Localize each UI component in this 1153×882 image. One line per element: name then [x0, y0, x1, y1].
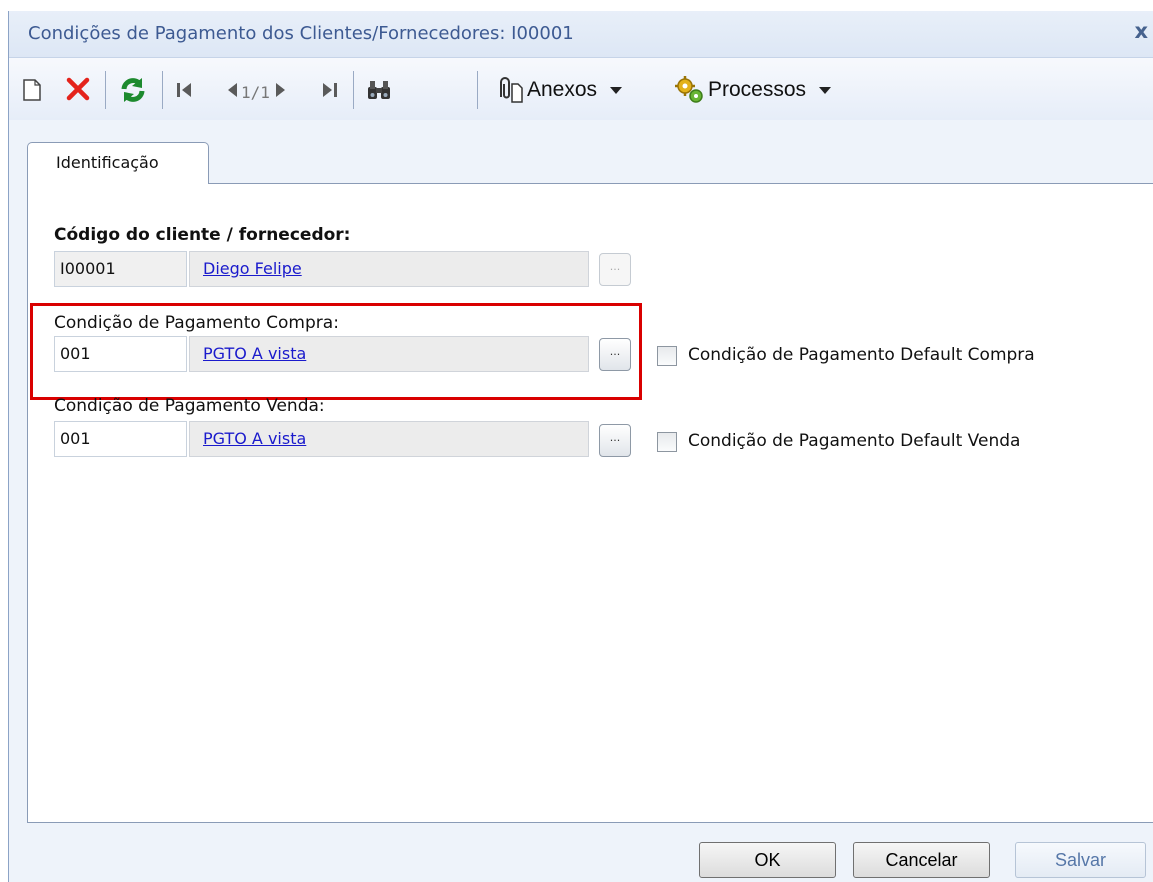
- cancel-button[interactable]: Cancelar: [853, 842, 990, 878]
- compra-description-field: PGTO A vista: [189, 336, 589, 372]
- anexos-menu-button[interactable]: Anexos: [495, 70, 623, 110]
- ok-button[interactable]: OK: [699, 842, 836, 878]
- dialog-window: Condições de Pagamento dos Clientes/Forn…: [8, 11, 1153, 882]
- processos-menu-button[interactable]: Processos: [672, 70, 832, 110]
- paperclip-icon: [495, 75, 527, 105]
- tab-identificacao[interactable]: Identificação: [27, 142, 209, 184]
- tab-identificacao-label: Identificação: [56, 153, 159, 172]
- gear-process-icon: [672, 73, 708, 107]
- record-pager: 1/1: [241, 83, 270, 102]
- processos-label: Processos: [708, 78, 807, 101]
- previous-record-icon[interactable]: [223, 80, 241, 100]
- search-binoculars-icon[interactable]: [365, 77, 393, 103]
- compra-label: Condição de Pagamento Compra:: [54, 313, 339, 333]
- last-record-icon[interactable]: [319, 80, 341, 100]
- compra-default-checkbox[interactable]: [657, 346, 677, 366]
- new-document-icon[interactable]: [21, 76, 43, 104]
- cliente-lookup-button[interactable]: ...: [599, 253, 631, 286]
- cliente-label: Código do cliente / fornecedor:: [54, 225, 351, 245]
- cliente-description-field: Diego Felipe: [189, 251, 589, 287]
- venda-description-link[interactable]: PGTO A vista: [203, 429, 306, 448]
- compra-code-field[interactable]: 001: [54, 336, 187, 372]
- cliente-code-field[interactable]: I00001: [54, 251, 187, 287]
- processos-dropdown-icon: [819, 86, 832, 94]
- toolbar: 1/1 Anexos Processos: [9, 58, 1153, 120]
- close-button[interactable]: x: [1134, 19, 1148, 43]
- venda-default-label: Condição de Pagamento Default Venda: [688, 431, 1021, 451]
- venda-label: Condição de Pagamento Venda:: [54, 396, 325, 416]
- cliente-name-link[interactable]: Diego Felipe: [203, 259, 302, 278]
- anexos-label: Anexos: [527, 78, 598, 101]
- window-title: Condições de Pagamento dos Clientes/Forn…: [28, 23, 574, 44]
- venda-default-checkbox[interactable]: [657, 432, 677, 452]
- title-bar: Condições de Pagamento dos Clientes/Forn…: [9, 11, 1153, 58]
- venda-code-field[interactable]: 001: [54, 421, 187, 457]
- compra-lookup-button[interactable]: ...: [599, 338, 631, 371]
- venda-description-field: PGTO A vista: [189, 421, 589, 457]
- refresh-icon[interactable]: [116, 73, 150, 107]
- first-record-icon[interactable]: [173, 80, 195, 100]
- anexos-dropdown-icon: [610, 86, 623, 94]
- save-button[interactable]: Salvar: [1015, 842, 1146, 878]
- compra-description-link[interactable]: PGTO A vista: [203, 344, 306, 363]
- delete-icon[interactable]: [63, 73, 93, 105]
- next-record-icon[interactable]: [272, 80, 290, 100]
- compra-default-label: Condição de Pagamento Default Compra: [688, 345, 1035, 365]
- venda-lookup-button[interactable]: ...: [599, 424, 631, 457]
